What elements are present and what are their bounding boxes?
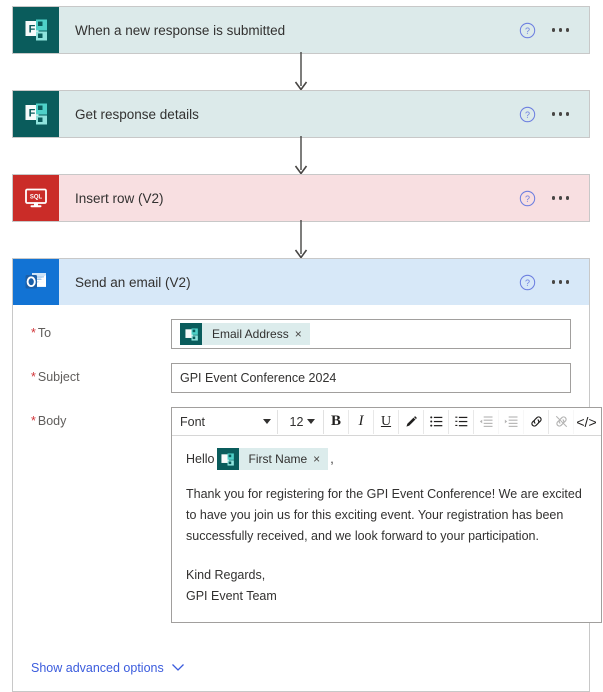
svg-text:SQL: SQL bbox=[30, 194, 43, 200]
remove-token-icon[interactable]: × bbox=[295, 328, 310, 340]
required-marker: * bbox=[31, 370, 36, 384]
bulleted-list-button[interactable] bbox=[424, 409, 449, 434]
svg-text:?: ? bbox=[525, 193, 530, 203]
svg-text:?: ? bbox=[525, 109, 530, 119]
token-label: Email Address bbox=[212, 327, 289, 341]
code-view-button[interactable]: </> bbox=[574, 410, 599, 434]
subject-input[interactable]: GPI Event Conference 2024 bbox=[171, 363, 571, 393]
token-label: First Name bbox=[248, 452, 308, 466]
greeting-prefix: Hello bbox=[186, 451, 215, 466]
flow-step-header[interactable]: F When a new response is submitted ? bbox=[13, 7, 589, 53]
flow-connector-arrow bbox=[294, 52, 308, 94]
dynamic-token-first-name[interactable]: First Name × bbox=[216, 448, 329, 470]
to-field-row: * To Email Address × bbox=[31, 319, 571, 349]
svg-text:?: ? bbox=[525, 277, 530, 287]
body-field-control: Font 12 B I U </> Hello First Name × , T… bbox=[171, 407, 602, 623]
email-body-content[interactable]: Hello First Name × , Thank you for regis… bbox=[172, 436, 601, 622]
subject-field-control: GPI Event Conference 2024 bbox=[171, 363, 571, 393]
flow-step-title: Insert row (V2) bbox=[75, 190, 164, 206]
show-advanced-options-link[interactable]: Show advanced options bbox=[31, 661, 164, 675]
ellipsis-icon[interactable] bbox=[550, 190, 572, 206]
forms-icon: F bbox=[13, 7, 59, 53]
ellipsis-icon[interactable] bbox=[550, 106, 572, 122]
body-paragraph: Thank you for registering for the GPI Ev… bbox=[186, 487, 582, 543]
decrease-indent-button[interactable] bbox=[474, 409, 499, 434]
ellipsis-icon[interactable] bbox=[550, 22, 572, 38]
outlook-icon bbox=[13, 259, 59, 305]
insert-link-button[interactable] bbox=[524, 409, 549, 434]
required-marker: * bbox=[31, 414, 36, 428]
flow-step-card-trigger[interactable]: F When a new response is submitted ? bbox=[12, 6, 590, 54]
flow-step-actions: ? bbox=[519, 190, 590, 207]
flow-step-title: Send an email (V2) bbox=[75, 274, 191, 290]
font-size-value: 12 bbox=[289, 414, 304, 429]
numbered-list-button[interactable] bbox=[449, 409, 474, 434]
editor-toolbar: Font 12 B I U </> bbox=[172, 408, 601, 436]
to-input[interactable]: Email Address × bbox=[171, 319, 571, 349]
chevron-down-icon bbox=[263, 419, 271, 424]
to-field-label: * To bbox=[31, 326, 52, 340]
help-icon[interactable]: ? bbox=[519, 22, 536, 39]
subject-field-label: * Subject bbox=[31, 370, 80, 384]
flow-step-card-insert-row[interactable]: SQL Insert row (V2) ? bbox=[12, 174, 590, 222]
help-icon[interactable]: ? bbox=[519, 274, 536, 291]
help-icon[interactable]: ? bbox=[519, 190, 536, 207]
greeting-line: Hello First Name × , bbox=[186, 448, 587, 470]
flow-step-card-get-response[interactable]: F Get response details ? bbox=[12, 90, 590, 138]
remove-token-icon[interactable]: × bbox=[313, 453, 328, 465]
sql-icon: SQL bbox=[13, 175, 59, 221]
greeting-suffix: , bbox=[330, 451, 334, 466]
italic-button[interactable]: I bbox=[349, 409, 374, 434]
body-signoff: Kind Regards, bbox=[186, 568, 266, 582]
flow-connector-arrow bbox=[294, 220, 308, 262]
flow-step-header[interactable]: SQL Insert row (V2) ? bbox=[13, 175, 589, 221]
flow-step-actions: ? bbox=[519, 274, 590, 291]
body-field-label: * Body bbox=[31, 414, 67, 428]
font-family-value: Font bbox=[180, 414, 206, 429]
required-marker: * bbox=[31, 326, 36, 340]
flow-step-actions: ? bbox=[519, 22, 590, 39]
flow-step-card-send-email[interactable]: Send an email (V2) ? * To Email Address … bbox=[12, 258, 602, 692]
flow-step-actions: ? bbox=[519, 106, 590, 123]
flow-step-title: When a new response is submitted bbox=[75, 22, 286, 38]
flow-step-header[interactable]: F Get response details ? bbox=[13, 91, 589, 137]
body-signature: GPI Event Team bbox=[186, 589, 277, 603]
bold-button[interactable]: B bbox=[324, 409, 349, 434]
text-color-button[interactable] bbox=[399, 409, 424, 434]
subject-field-row: * Subject GPI Event Conference 2024 bbox=[31, 363, 571, 393]
font-size-dropdown[interactable]: 12 bbox=[282, 409, 324, 434]
body-field-row: * Body Font 12 B I U </> Hello First Nam… bbox=[31, 407, 602, 623]
chevron-down-icon[interactable] bbox=[171, 659, 185, 677]
rich-text-editor: Font 12 B I U </> Hello First Name × , T… bbox=[171, 407, 602, 623]
flow-step-title: Get response details bbox=[75, 106, 199, 122]
forms-icon: F bbox=[13, 91, 59, 137]
flow-connector-arrow bbox=[294, 136, 308, 178]
help-icon[interactable]: ? bbox=[519, 106, 536, 123]
chevron-down-icon bbox=[307, 419, 316, 424]
ellipsis-icon[interactable] bbox=[550, 274, 572, 290]
remove-link-button[interactable] bbox=[549, 409, 574, 434]
power-automate-flow-canvas: F When a new response is submitted ? F G… bbox=[0, 0, 603, 692]
forms-token-icon bbox=[216, 448, 239, 470]
show-advanced-options-row[interactable]: Show advanced options bbox=[13, 649, 589, 691]
underline-button[interactable]: U bbox=[374, 409, 399, 434]
forms-token-icon bbox=[180, 323, 202, 345]
send-email-form: * To Email Address × * Subject GPI Event… bbox=[13, 305, 602, 649]
increase-indent-button[interactable] bbox=[499, 409, 524, 434]
font-family-dropdown[interactable]: Font bbox=[174, 409, 278, 434]
dynamic-token-email-address[interactable]: Email Address × bbox=[180, 323, 310, 345]
to-field-control: Email Address × bbox=[171, 319, 571, 349]
svg-text:?: ? bbox=[525, 25, 530, 35]
flow-step-header[interactable]: Send an email (V2) ? bbox=[13, 259, 589, 305]
svg-text:F: F bbox=[29, 24, 36, 36]
svg-text:F: F bbox=[29, 108, 36, 120]
